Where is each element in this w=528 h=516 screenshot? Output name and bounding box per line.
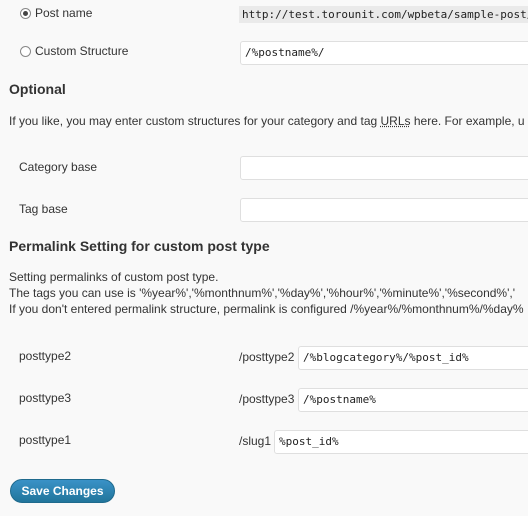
posttype2-label: posttype2 [19, 349, 72, 363]
cpt-description-line3: If you don't entered permalink structure… [9, 302, 524, 316]
posttype1-input[interactable]: %post_id% [274, 430, 528, 454]
post-name-label[interactable]: Post name [35, 6, 92, 20]
posttype3-input[interactable]: /%postname% [298, 388, 528, 412]
post-name-example: http://test.torounit.com/wpbeta/sample-p… [239, 6, 528, 23]
custom-structure-label[interactable]: Custom Structure [35, 44, 128, 58]
cpt-description-line1: Setting permalinks of custom post type. [9, 270, 219, 284]
save-changes-button[interactable]: Save Changes [10, 479, 115, 503]
tag-base-label: Tag base [19, 202, 68, 216]
urls-abbr: URLs [380, 114, 411, 128]
posttype3-label: posttype3 [19, 391, 72, 405]
posttype2-prefix: /posttype2 [239, 350, 295, 364]
optional-description-prefix: If you like, you may enter custom struct… [9, 114, 381, 128]
category-base-label: Category base [19, 160, 98, 174]
optional-description-suffix: here. For example, u [410, 114, 525, 128]
custom-post-type-heading: Permalink Setting for custom post type [9, 238, 270, 254]
cpt-description-line2: The tags you can use is '%year%','%month… [9, 286, 516, 300]
posttype2-input[interactable]: /%blogcategory%/%post_id% [298, 346, 528, 370]
post-name-radio[interactable] [20, 8, 31, 19]
custom-structure-input[interactable]: /%postname%/ [240, 41, 528, 65]
posttype1-label: posttype1 [19, 433, 72, 447]
tag-base-input[interactable] [240, 198, 528, 222]
posttype1-prefix: /slug1 [239, 434, 272, 448]
custom-structure-radio[interactable] [20, 46, 31, 57]
optional-heading: Optional [9, 81, 66, 97]
optional-description: If you like, you may enter custom struct… [9, 114, 525, 128]
category-base-input[interactable] [240, 156, 528, 180]
posttype3-prefix: /posttype3 [239, 392, 295, 406]
